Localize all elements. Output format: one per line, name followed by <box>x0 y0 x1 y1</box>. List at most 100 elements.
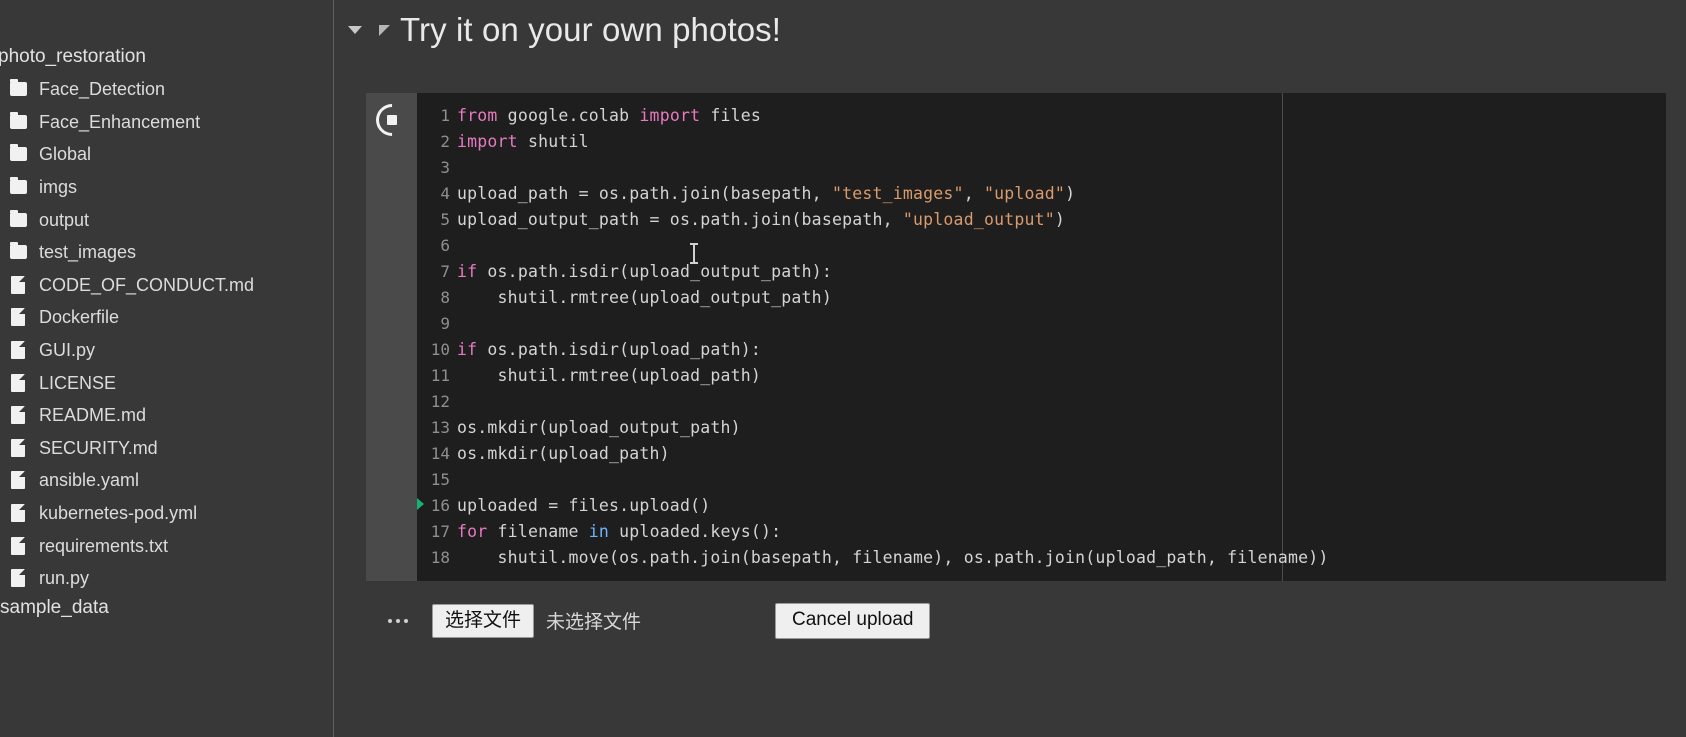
app-root: photo_restoration Face_Detection Face_Enh… <box>0 0 1686 737</box>
folder-icon <box>6 143 30 165</box>
file-icon <box>6 306 30 328</box>
code-token: , <box>963 183 984 203</box>
file-icon <box>6 404 30 426</box>
choose-file-button[interactable]: 选择文件 <box>432 603 535 639</box>
code-line-number: 18 <box>430 547 450 567</box>
file-icon <box>6 372 30 394</box>
folder-icon <box>6 111 30 133</box>
file-tree-item-label: kubernetes-pod.yml <box>39 503 198 524</box>
folder-icon <box>6 209 30 231</box>
file-tree-item[interactable]: Face_Enhancement <box>0 106 333 139</box>
file-tree-item[interactable]: Global <box>0 138 333 171</box>
chevron-down-icon[interactable] <box>342 26 368 34</box>
code-line-text: if os.path.isdir(upload_output_path): <box>457 262 832 281</box>
folder-icon <box>6 176 30 198</box>
code-line-number: 10 <box>430 339 450 359</box>
code-line-number: 8 <box>440 287 450 307</box>
code-line-text: from google.colab import files <box>457 106 761 125</box>
file-tree-item[interactable]: SECURITY.md <box>0 432 333 465</box>
code-line: 7 if os.path.isdir(upload_output_path): <box>417 258 1666 284</box>
file-icon <box>6 437 30 459</box>
code-token: os.mkdir(upload_path) <box>457 443 670 463</box>
code-token: "upload_output" <box>902 209 1055 229</box>
file-tree-item-label: ansible.yaml <box>39 470 140 491</box>
file-icon <box>6 535 30 557</box>
file-tree-item[interactable]: Dockerfile <box>0 301 333 334</box>
file-tree-root[interactable]: photo_restoration <box>0 40 146 73</box>
file-tree-item[interactable]: ansible.yaml <box>0 464 333 497</box>
code-token: upload_output_path = os.path.join(basepa… <box>457 209 903 229</box>
file-icon <box>6 339 30 361</box>
page-title: Try it on your own photos! <box>400 11 782 48</box>
file-tree-item-label: output <box>39 209 90 230</box>
notebook-main: Try it on your own photos! 1 from google.… <box>334 0 1686 737</box>
cancel-upload-button[interactable]: Cancel upload <box>775 603 931 639</box>
file-tree-footer-item[interactable]: sample_data <box>0 597 109 619</box>
code-line: 2 import shutil <box>417 128 1666 154</box>
file-tree-item[interactable]: test_images <box>0 236 333 269</box>
code-line-text: shutil.move(os.path.join(basepath, filen… <box>457 548 1329 567</box>
file-tree-item[interactable]: GUI.py <box>0 334 333 367</box>
code-token: files <box>700 105 762 125</box>
code-line-text: upload_path = os.path.join(basepath, "te… <box>457 184 1075 203</box>
code-line-number: 9 <box>440 313 450 333</box>
code-line-number: 6 <box>440 235 450 255</box>
file-tree-item[interactable]: LICENSE <box>0 366 333 399</box>
code-line: 6 <box>417 232 1666 258</box>
code-line: 3 <box>417 154 1666 180</box>
file-tree-item[interactable]: requirements.txt <box>0 529 333 562</box>
code-line-number: 3 <box>440 157 450 177</box>
file-upload-input[interactable]: 选择文件 未选择文件 <box>432 603 642 639</box>
file-tree-item-label: CODE_OF_CONDUCT.md <box>39 274 255 295</box>
no-file-selected-label: 未选择文件 <box>546 611 642 634</box>
code-cell-gutter <box>366 93 417 581</box>
code-line: 11 shutil.rmtree(upload_path) <box>417 362 1666 388</box>
code-line-number: 13 <box>430 417 450 437</box>
code-line: 14 os.mkdir(upload_path) <box>417 440 1666 466</box>
code-cell-body: 1 from google.colab import files 2 import s… <box>366 93 1666 581</box>
file-tree-item-label: SECURITY.md <box>39 437 158 458</box>
file-tree-item[interactable]: Face_Detection <box>0 73 333 106</box>
code-token: shutil <box>517 131 589 151</box>
execution-pointer-icon <box>417 498 424 510</box>
file-tree-item-label: Global <box>39 144 92 165</box>
ellipsis-icon[interactable] <box>376 603 420 639</box>
file-tree-item[interactable]: imgs <box>0 171 333 204</box>
file-tree-item[interactable]: kubernetes-pod.yml <box>0 497 333 530</box>
file-tree-item[interactable]: CODE_OF_CONDUCT.md <box>0 269 333 302</box>
code-line: 15 <box>417 466 1666 492</box>
file-tree-item-label: Face_Enhancement <box>39 111 201 132</box>
notebook-section-header: Try it on your own photos! <box>342 6 781 54</box>
code-lines: 1 from google.colab import files 2 import s… <box>417 102 1666 570</box>
code-line-number: 7 <box>440 261 450 281</box>
running-spinner-stop-icon[interactable] <box>369 97 415 143</box>
file-tree-item-label: LICENSE <box>39 372 117 393</box>
folder-icon <box>6 241 30 263</box>
code-line-text: shutil.rmtree(upload_path) <box>457 366 761 385</box>
file-tree-item[interactable]: output <box>0 203 333 236</box>
code-token: from <box>457 105 498 125</box>
file-tree-root-label: photo_restoration <box>0 45 146 67</box>
code-line: 17 for filename in uploaded.keys(): <box>417 518 1666 544</box>
file-tree-item[interactable]: run.py <box>0 562 333 595</box>
code-line-number: 5 <box>440 209 450 229</box>
code-line-number: 1 <box>440 105 450 125</box>
file-icon <box>6 502 30 524</box>
code-editor[interactable]: 1 from google.colab import files 2 import s… <box>417 93 1666 581</box>
code-line-text: if os.path.isdir(upload_path): <box>457 340 761 359</box>
cell-output-toolbar: 选择文件 未选择文件 Cancel upload <box>366 581 1666 661</box>
code-token: ) <box>1054 209 1066 229</box>
code-line-text: uploaded = files.upload() <box>457 496 710 515</box>
code-token: "test_images" <box>831 183 964 203</box>
code-token: shutil.move(os.path.join(basepath, filen… <box>457 547 1329 567</box>
code-line: 4 upload_path = os.path.join(basepath, "t… <box>417 180 1666 206</box>
file-tree-item-label: test_images <box>39 242 137 263</box>
code-token: if <box>457 339 478 359</box>
code-line-text: import shutil <box>457 132 589 151</box>
code-line: 16 uploaded = files.upload() <box>417 492 1666 518</box>
code-line-number: 15 <box>430 469 450 489</box>
code-line: 13 os.mkdir(upload_output_path) <box>417 414 1666 440</box>
code-line: 18 shutil.move(os.path.join(basepath, fi… <box>417 544 1666 570</box>
file-tree-item[interactable]: README.md <box>0 399 333 432</box>
file-tree-item-label: imgs <box>39 177 78 198</box>
